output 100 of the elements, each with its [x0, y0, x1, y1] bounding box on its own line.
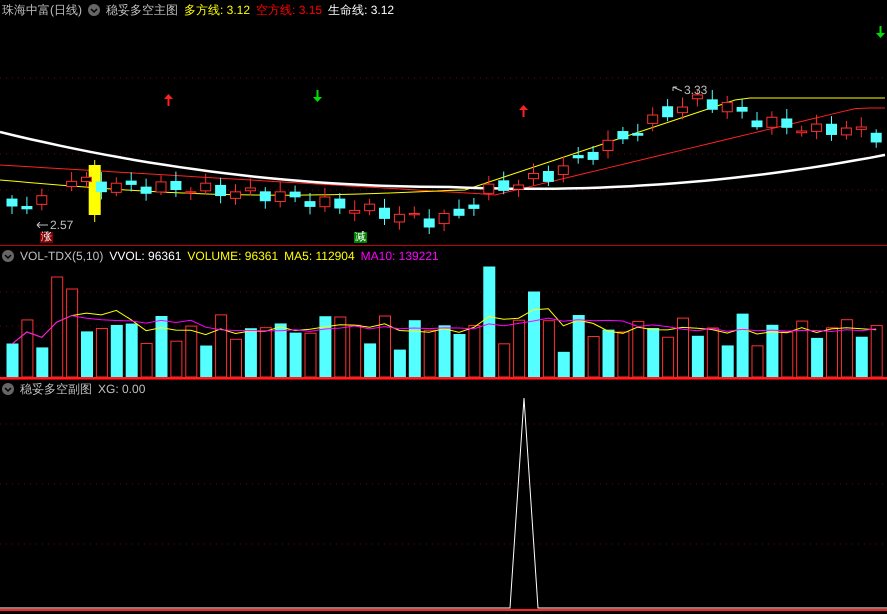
candlestick [811, 114, 822, 140]
indicator-reading: 多方线: 3.12 [184, 4, 250, 16]
volume-bar [156, 316, 168, 378]
volume-bar [870, 325, 883, 378]
arrow-up-icon [164, 94, 173, 106]
candlestick [349, 200, 360, 222]
candlestick [856, 116, 867, 138]
volume-bar [185, 326, 198, 378]
candlestick [126, 172, 137, 192]
candlestick [840, 120, 852, 140]
indicator-reading: 生命线: 3.12 [328, 4, 394, 16]
candlestick [438, 209, 450, 232]
candlestick [140, 178, 152, 202]
volume-bar [96, 328, 108, 378]
volume-bar [558, 352, 570, 378]
indicator-reading: 空方线: 3.15 [256, 4, 322, 16]
candlestick [6, 194, 18, 214]
candlestick [408, 206, 420, 219]
volume-bar [632, 320, 644, 378]
volume-bar [6, 344, 18, 378]
volume-bar [602, 330, 614, 378]
candlestick [260, 186, 271, 210]
candlestick [230, 184, 241, 206]
candlestick [796, 125, 808, 138]
volume-bar [826, 327, 838, 378]
arrow-down-icon [876, 26, 885, 38]
candlestick [170, 171, 182, 198]
volume-bar [140, 342, 153, 378]
candlestick [304, 192, 316, 215]
volume-bar [230, 338, 242, 378]
volume-bar [170, 340, 182, 378]
candlestick [781, 108, 792, 135]
volume-bar [647, 328, 660, 378]
volume-bar [513, 320, 526, 378]
volume-bar [379, 316, 391, 378]
volume-bar [290, 332, 302, 378]
candlestick [677, 96, 688, 120]
volume-bar [349, 324, 362, 378]
volume-bar [454, 334, 466, 378]
candlestick [394, 206, 405, 230]
signal-badge: 涨 [40, 232, 53, 243]
volume-bar [319, 316, 332, 378]
stock-title: 珠海中富(日线) [2, 4, 82, 16]
volume-bar [274, 323, 287, 378]
volume-bar [722, 345, 734, 378]
volume-bar [364, 343, 376, 378]
volume-bar [408, 320, 421, 378]
indicator-reading: XG: 0.00 [98, 383, 146, 395]
candlestick [617, 126, 628, 144]
candlestick [483, 176, 494, 201]
candlestick [36, 188, 48, 211]
candlestick [156, 174, 166, 196]
candlestick [498, 171, 510, 195]
volume-bar [796, 320, 808, 378]
candlestick [602, 130, 614, 159]
candlestick [870, 128, 882, 148]
volume-bar [260, 327, 272, 378]
candlestick [274, 181, 286, 208]
volume-bar [542, 320, 555, 378]
candlestick [558, 156, 569, 183]
candlestick [588, 145, 599, 166]
pointer-arrow-icon [672, 86, 682, 94]
indicator-reading: MA5: 112904 [284, 250, 355, 262]
volume-bar [424, 330, 436, 378]
volume-bar [36, 347, 48, 378]
volume-bar [766, 324, 778, 378]
volume-bar [200, 346, 212, 378]
candlestick [542, 165, 554, 187]
candlestick [468, 197, 480, 216]
volume-bar [438, 325, 451, 378]
dropdown-icon[interactable] [2, 383, 14, 395]
volume-bar [21, 319, 34, 378]
candlestick [21, 196, 32, 215]
volume-bar [244, 328, 257, 378]
candlestick [572, 146, 584, 164]
candlestick [766, 110, 778, 136]
dropdown-icon[interactable] [88, 4, 100, 16]
indicator-reading: VOLUME: 96361 [187, 250, 278, 262]
volume-bar [304, 332, 316, 378]
volume-bar [736, 314, 749, 378]
volume-bar [215, 314, 228, 378]
candlestick [319, 188, 330, 212]
pointer-arrow-icon [36, 222, 48, 228]
candlestick [334, 192, 346, 214]
dropdown-icon[interactable] [2, 250, 14, 262]
volume-bar [572, 315, 585, 378]
volume-bar [394, 350, 406, 378]
volume-bar [840, 319, 853, 378]
volume-bar [752, 345, 764, 378]
volume-bar [110, 324, 123, 378]
volume-bar [662, 336, 674, 378]
candlestick [454, 198, 464, 219]
volume-bar [498, 343, 510, 378]
candlestick [706, 89, 718, 114]
volume-bar [692, 336, 704, 378]
volume-bar [706, 328, 719, 378]
high-price-label: 3.33 [684, 84, 708, 96]
candlestick [424, 208, 435, 235]
volume-bar [126, 324, 138, 378]
candlestick [752, 112, 762, 130]
